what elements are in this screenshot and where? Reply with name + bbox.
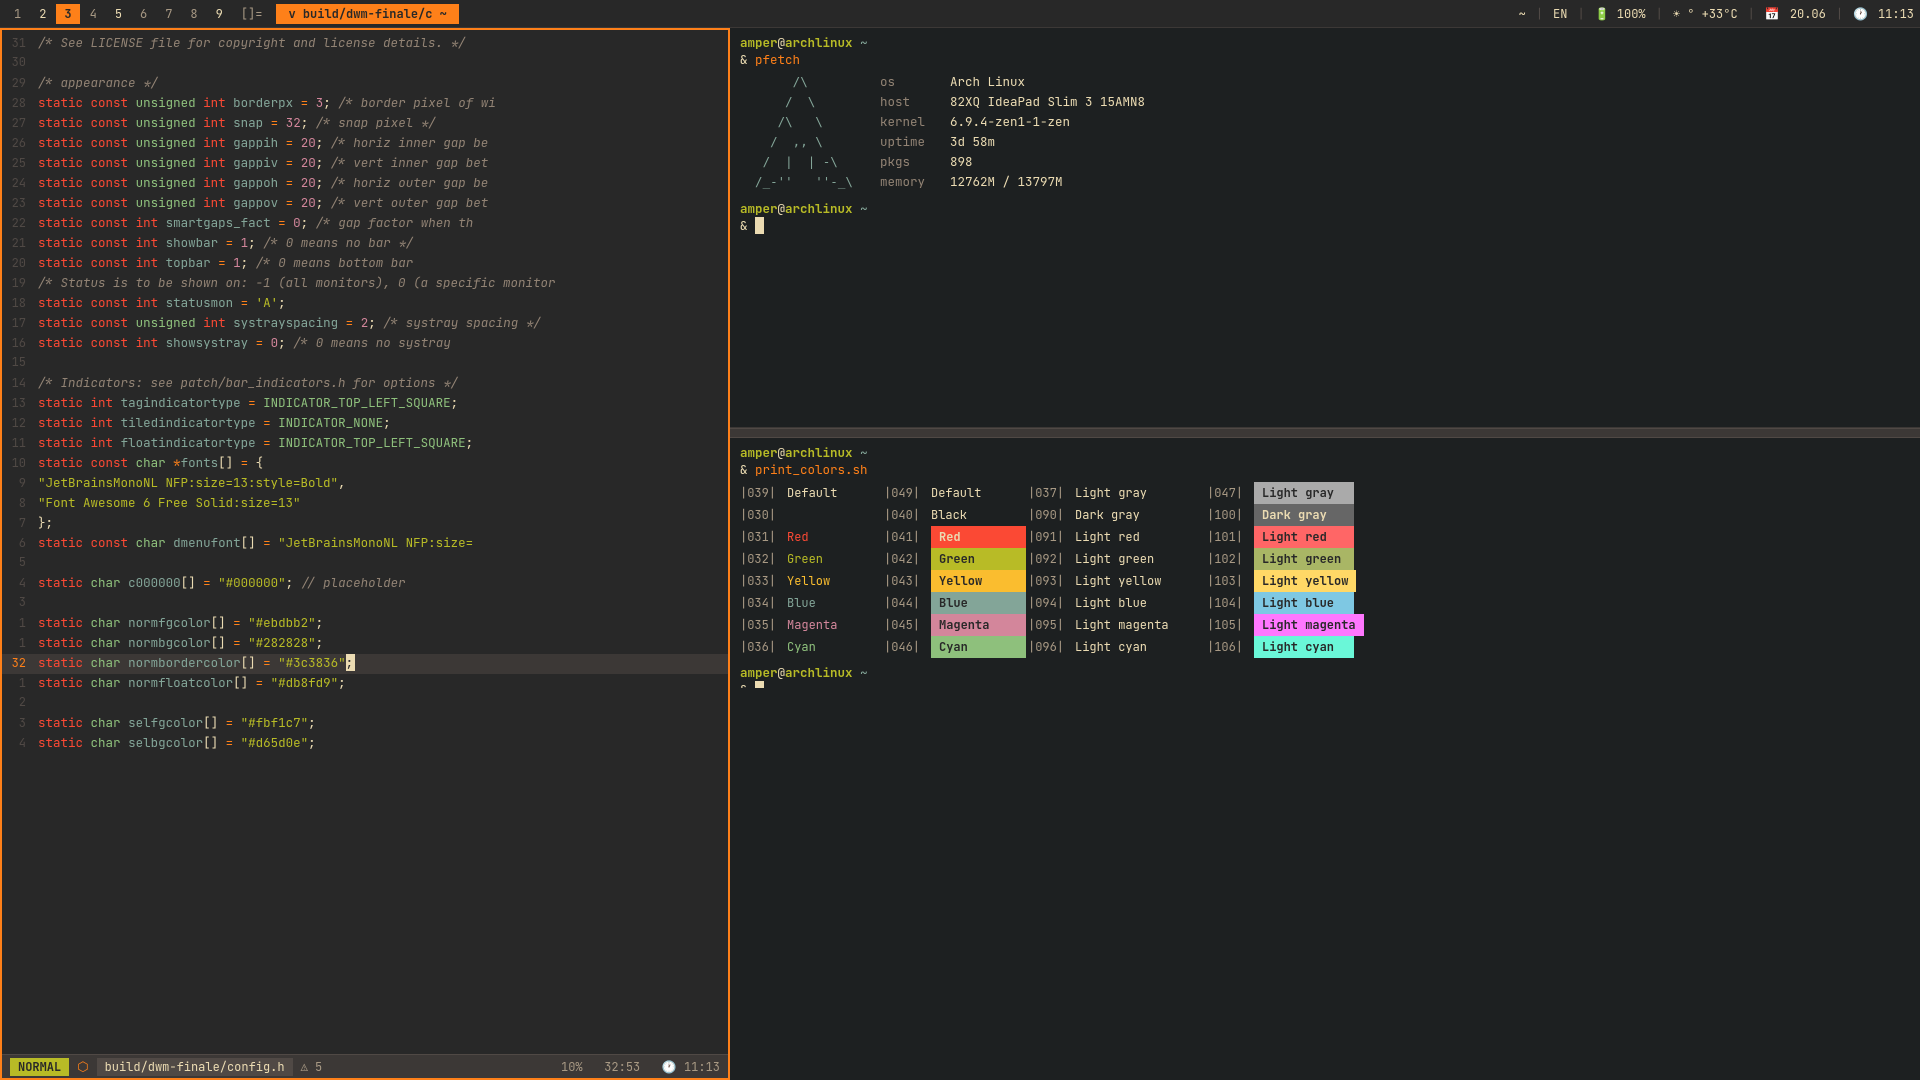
tag-8[interactable]: 8 [182, 4, 205, 24]
terminal-prompt-2: amper@archlinux ~ & [740, 200, 1910, 234]
terminal-pfetch[interactable]: amper@archlinux ~ & pfetch /\ / \ /\ \ /… [730, 28, 1920, 428]
color-row: |030| |040| Black |090| Dark gray |100| … [740, 504, 1910, 526]
error-count: ⚠ 5 [301, 1059, 323, 1075]
code-line: 15 [2, 354, 728, 374]
code-line: 1 static char normfgcolor[] = "#ebdbb2"; [2, 614, 728, 634]
layout-indicator: []= [233, 4, 271, 24]
editor-position: 10% 32:53 🕐 11:13 [561, 1059, 720, 1075]
color-row: |039| Default |049| Default |037| Light … [740, 482, 1910, 504]
pfetch-output: /\ / \ /\ \ / ,, \ / | | -\ /_-'' ''-_\ … [740, 72, 1910, 192]
vim-mode-badge: NORMAL [10, 1058, 69, 1076]
tag-4[interactable]: 4 [82, 4, 105, 24]
code-line: 4 static char c000000[] = "#000000"; // … [2, 574, 728, 594]
tag-1[interactable]: 1 [6, 4, 29, 24]
terminal-prompt-4: amper@archlinux ~ & [740, 664, 1910, 688]
current-code-line: 32 static char normbordercolor[] = "#3c3… [2, 654, 728, 674]
pfetch-ascii-art: /\ / \ /\ \ / ,, \ / | | -\ /_-'' ''-_\ [740, 72, 860, 192]
color-row: |035| Magenta |045| Magenta |095| Light … [740, 614, 1910, 636]
color-row: |033| Yellow |043| Yellow |093| Light ye… [740, 570, 1910, 592]
editor-filename: build/dwm-finale/config.h [97, 1058, 293, 1076]
code-line: 7 }; [2, 514, 728, 534]
code-line: 29 /* appearance */ [2, 74, 728, 94]
code-line: 5 [2, 554, 728, 574]
tag-5[interactable]: 5 [107, 4, 130, 24]
right-panel: amper@archlinux ~ & pfetch /\ / \ /\ \ /… [730, 28, 1920, 1080]
code-line: 10 static const char *fonts[] = { [2, 454, 728, 474]
code-line: 23 static const unsigned int gappov = 20… [2, 194, 728, 214]
lang-indicator: EN [1553, 6, 1567, 22]
temp-indicator: ☀ ° +33°C [1673, 6, 1738, 22]
code-line: 12 static int tiledindicatortype = INDIC… [2, 414, 728, 434]
terminal-prompt-1: amper@archlinux ~ & pfetch [740, 34, 1910, 68]
code-line: 1 static char normfloatcolor[] = "#db8fd… [2, 674, 728, 694]
code-line: 11 static int floatindicatortype = INDIC… [2, 434, 728, 454]
code-line: 31 /* See LICENSE file for copyright and… [2, 34, 728, 54]
code-line: 2 [2, 694, 728, 714]
terminal-colors[interactable]: amper@archlinux ~ & print_colors.sh |039… [730, 438, 1920, 688]
terminal-prompt-3: amper@archlinux ~ & print_colors.sh [740, 444, 1910, 478]
code-line: 9 "JetBrainsMonoNL NFP:size=13:style=Bol… [2, 474, 728, 494]
topbar: 1 2 3 4 5 6 7 8 9 []= v build/dwm-finale… [0, 0, 1920, 28]
tag-2[interactable]: 2 [31, 4, 54, 24]
code-line: 24 static const unsigned int gappoh = 20… [2, 174, 728, 194]
code-content-area[interactable]: 31 /* See LICENSE file for copyright and… [2, 30, 728, 1054]
code-line: 3 static char selfgcolor[] = "#fbf1c7"; [2, 714, 728, 734]
tilde-indicator: ~ [1519, 6, 1526, 22]
code-line: 6 static const char dmenufont[] = "JetBr… [2, 534, 728, 554]
code-line: 14 /* Indicators: see patch/bar_indicato… [2, 374, 728, 394]
code-line: 16 static const int showsystray = 0; /* … [2, 334, 728, 354]
code-line: 27 static const unsigned int snap = 32; … [2, 114, 728, 134]
color-row: |031| Red |041| Red |091| Light red |101… [740, 526, 1910, 548]
code-line: 18 static const int statusmon = 'A'; [2, 294, 728, 314]
color-row: |036| Cyan |046| Cyan |096| Light cyan |… [740, 636, 1910, 658]
code-line: 26 static const unsigned int gappih = 20… [2, 134, 728, 154]
calendar-icon: 📅 [1765, 6, 1780, 22]
tag-3[interactable]: 3 [56, 4, 79, 24]
date-display: 20.06 [1790, 6, 1826, 22]
code-line: 8 "Font Awesome 6 Free Solid:size=13" [2, 494, 728, 514]
code-line: 20 static const int topbar = 1; /* 0 mea… [2, 254, 728, 274]
time-display: 11:13 [1878, 6, 1914, 22]
color-row: |034| Blue |044| Blue |094| Light blue |… [740, 592, 1910, 614]
code-line: 4 static char selbgcolor[] = "#d65d0e"; [2, 734, 728, 754]
code-line: 21 static const int showbar = 1; /* 0 me… [2, 234, 728, 254]
color-row: |032| Green |042| Green |092| Light gree… [740, 548, 1910, 570]
window-title: v build/dwm-finale/c ~ [276, 4, 458, 24]
tag-6[interactable]: 6 [132, 4, 155, 24]
clock-icon: 🕐 [1853, 6, 1868, 22]
tag-9[interactable]: 9 [208, 4, 231, 24]
code-line: 28 static const unsigned int borderpx = … [2, 94, 728, 114]
code-line: 22 static const int smartgaps_fact = 0; … [2, 214, 728, 234]
code-line: 30 [2, 54, 728, 74]
topbar-right: ~ | EN | 🔋 100% | ☀ ° +33°C | 📅 20.06 | … [1519, 6, 1914, 22]
battery-indicator: 🔋 100% [1595, 6, 1646, 22]
tag-7[interactable]: 7 [157, 4, 180, 24]
editor-statusbar: NORMAL ⬡ build/dwm-finale/config.h ⚠ 5 1… [2, 1054, 728, 1078]
code-line: 19 /* Status is to be shown on: -1 (all … [2, 274, 728, 294]
code-line: 1 static char normbgcolor[] = "#282828"; [2, 634, 728, 654]
code-line: 13 static int tagindicatortype = INDICAT… [2, 394, 728, 414]
pane-divider [730, 428, 1920, 438]
code-line: 3 [2, 594, 728, 614]
pfetch-sysinfo: osArch Linux host82XQ IdeaPad Slim 3 15A… [880, 72, 1145, 192]
colors-table: |039| Default |049| Default |037| Light … [740, 482, 1910, 658]
code-line: 17 static const unsigned int systrayspac… [2, 314, 728, 334]
code-editor: 31 /* See LICENSE file for copyright and… [0, 28, 730, 1080]
file-type-icon: ⬡ [77, 1058, 88, 1075]
code-line: 25 static const unsigned int gappiv = 20… [2, 154, 728, 174]
main-layout: 31 /* See LICENSE file for copyright and… [0, 28, 1920, 1080]
